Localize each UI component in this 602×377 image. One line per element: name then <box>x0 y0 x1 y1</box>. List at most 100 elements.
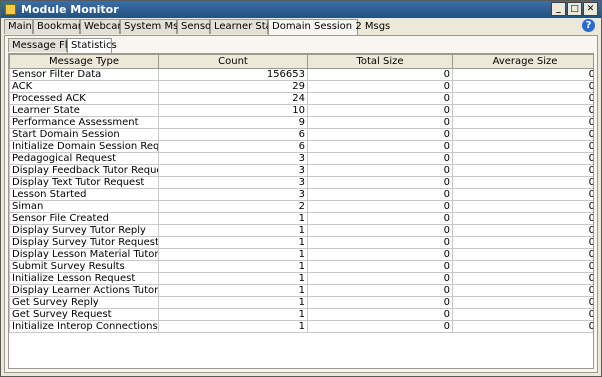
cell-total-size: 0 <box>307 152 453 165</box>
cell-count: 29 <box>158 80 308 93</box>
table-row[interactable]: Submit Survey Results100 <box>9 260 593 273</box>
cell-message-type: Processed ACK <box>9 92 159 105</box>
cell-count: 10 <box>158 104 308 117</box>
cell-total-size: 0 <box>307 128 453 141</box>
table-row[interactable]: Start Domain Session600 <box>9 128 593 141</box>
cell-count: 1 <box>158 212 308 225</box>
cell-average-size: 0 <box>452 296 593 309</box>
window-controls: _ □ ✕ <box>551 2 598 16</box>
maximize-button[interactable]: □ <box>567 2 582 16</box>
cell-average-size: 0 <box>452 140 593 153</box>
cell-average-size: 0 <box>452 260 593 273</box>
table-row[interactable]: Initialize Domain Session Request600 <box>9 140 593 153</box>
title-bar[interactable]: Module Monitor _ □ ✕ <box>1 1 601 18</box>
cell-average-size: 0 <box>452 80 593 93</box>
cell-average-size: 0 <box>452 308 593 321</box>
column-header-average-size[interactable]: Average Size <box>452 54 593 69</box>
cell-count: 2 <box>158 200 308 213</box>
table-row[interactable]: Sensor File Created100 <box>9 212 593 225</box>
cell-message-type: Initialize Interop Connections <box>9 320 159 333</box>
cell-message-type: Get Survey Request <box>9 308 159 321</box>
statistics-table: Message Type Count Total Size Average Si… <box>9 54 593 333</box>
table-row[interactable]: Get Survey Request100 <box>9 308 593 321</box>
column-header-count[interactable]: Count <box>158 54 308 69</box>
cell-message-type: Display Feedback Tutor Request <box>9 164 159 177</box>
table-row[interactable]: Initialize Lesson Request100 <box>9 272 593 285</box>
cell-total-size: 0 <box>307 68 453 81</box>
table-row[interactable]: Display Survey Tutor Reply100 <box>9 224 593 237</box>
table-row[interactable]: Learner State1000 <box>9 104 593 117</box>
table-row[interactable]: Initialize Interop Connections100 <box>9 320 593 333</box>
cell-average-size: 0 <box>452 284 593 297</box>
cell-count: 6 <box>158 140 308 153</box>
cell-total-size: 0 <box>307 164 453 177</box>
cell-average-size: 0 <box>452 212 593 225</box>
cell-total-size: 0 <box>307 80 453 93</box>
table-row[interactable]: Siman200 <box>9 200 593 213</box>
cell-average-size: 0 <box>452 68 593 81</box>
cell-message-type: ACK <box>9 80 159 93</box>
table-row[interactable]: Lesson Started300 <box>9 188 593 201</box>
table-row[interactable]: Processed ACK2400 <box>9 92 593 105</box>
tab-content-panel: Message Flow Statistics Message Type Cou… <box>4 35 598 373</box>
table-row[interactable]: Performance Assessment900 <box>9 116 593 129</box>
help-icon[interactable]: ? <box>582 19 595 32</box>
cell-average-size: 0 <box>452 104 593 117</box>
tab-main[interactable]: Main <box>4 19 33 34</box>
statistics-table-container[interactable]: Message Type Count Total Size Average Si… <box>8 53 594 369</box>
table-row[interactable]: Pedagogical Request300 <box>9 152 593 165</box>
table-row[interactable]: Sensor Filter Data15665300 <box>9 68 593 81</box>
cell-total-size: 0 <box>307 212 453 225</box>
cell-message-type: Learner State <box>9 104 159 117</box>
cell-count: 3 <box>158 188 308 201</box>
column-header-message-type[interactable]: Message Type <box>9 54 159 69</box>
cell-message-type: Sensor File Created <box>9 212 159 225</box>
column-header-total-size[interactable]: Total Size <box>307 54 453 69</box>
table-row[interactable]: Display Feedback Tutor Request300 <box>9 164 593 177</box>
cell-message-type: Display Lesson Material Tutor Request <box>9 248 159 261</box>
cell-total-size: 0 <box>307 248 453 261</box>
cell-message-type: Get Survey Reply <box>9 296 159 309</box>
module-monitor-window: Module Monitor _ □ ✕ Main Bookmarks Webc… <box>0 0 602 377</box>
cell-message-type: Display Learner Actions Tutor Request <box>9 284 159 297</box>
table-row[interactable]: Display Text Tutor Request300 <box>9 176 593 189</box>
cell-message-type: Start Domain Session <box>9 128 159 141</box>
cell-average-size: 0 <box>452 152 593 165</box>
cell-count: 1 <box>158 260 308 273</box>
tab-domain-session-2-msgs[interactable]: Domain Session 2 Msgs <box>268 19 390 35</box>
table-row[interactable]: Display Survey Tutor Request100 <box>9 236 593 249</box>
tab-sensor[interactable]: Sensor <box>177 19 215 34</box>
tab-webcams[interactable]: Webcams <box>80 19 132 34</box>
cell-count: 1 <box>158 320 308 333</box>
tab-system-msgs[interactable]: System Msgs <box>120 19 190 34</box>
cell-message-type: Pedagogical Request <box>9 152 159 165</box>
table-header-row: Message Type Count Total Size Average Si… <box>9 54 593 69</box>
cell-average-size: 0 <box>452 320 593 333</box>
cell-average-size: 0 <box>452 164 593 177</box>
cell-average-size: 0 <box>452 128 593 141</box>
cell-total-size: 0 <box>307 116 453 129</box>
minimize-button[interactable]: _ <box>551 2 566 16</box>
cell-count: 6 <box>158 128 308 141</box>
cell-total-size: 0 <box>307 104 453 117</box>
cell-average-size: 0 <box>452 92 593 105</box>
cell-count: 1 <box>158 236 308 249</box>
table-row[interactable]: Display Learner Actions Tutor Request100 <box>9 284 593 297</box>
table-row[interactable]: Display Lesson Material Tutor Request100 <box>9 248 593 261</box>
app-icon <box>5 4 16 15</box>
table-row[interactable]: Get Survey Reply100 <box>9 296 593 309</box>
cell-message-type: Sensor Filter Data <box>9 68 159 81</box>
tab-bookmarks[interactable]: Bookmarks <box>33 19 93 34</box>
cell-average-size: 0 <box>452 116 593 129</box>
cell-total-size: 0 <box>307 200 453 213</box>
table-row[interactable]: ACK2900 <box>9 80 593 93</box>
cell-total-size: 0 <box>307 296 453 309</box>
window-title: Module Monitor <box>21 3 119 16</box>
tab-message-flow[interactable]: Message Flow <box>8 38 82 52</box>
close-button[interactable]: ✕ <box>583 2 598 16</box>
tab-learner-state[interactable]: Learner State <box>210 19 282 34</box>
cell-message-type: Initialize Lesson Request <box>9 272 159 285</box>
cell-message-type: Lesson Started <box>9 188 159 201</box>
tab-statistics[interactable]: Statistics <box>67 38 117 53</box>
cell-count: 3 <box>158 176 308 189</box>
